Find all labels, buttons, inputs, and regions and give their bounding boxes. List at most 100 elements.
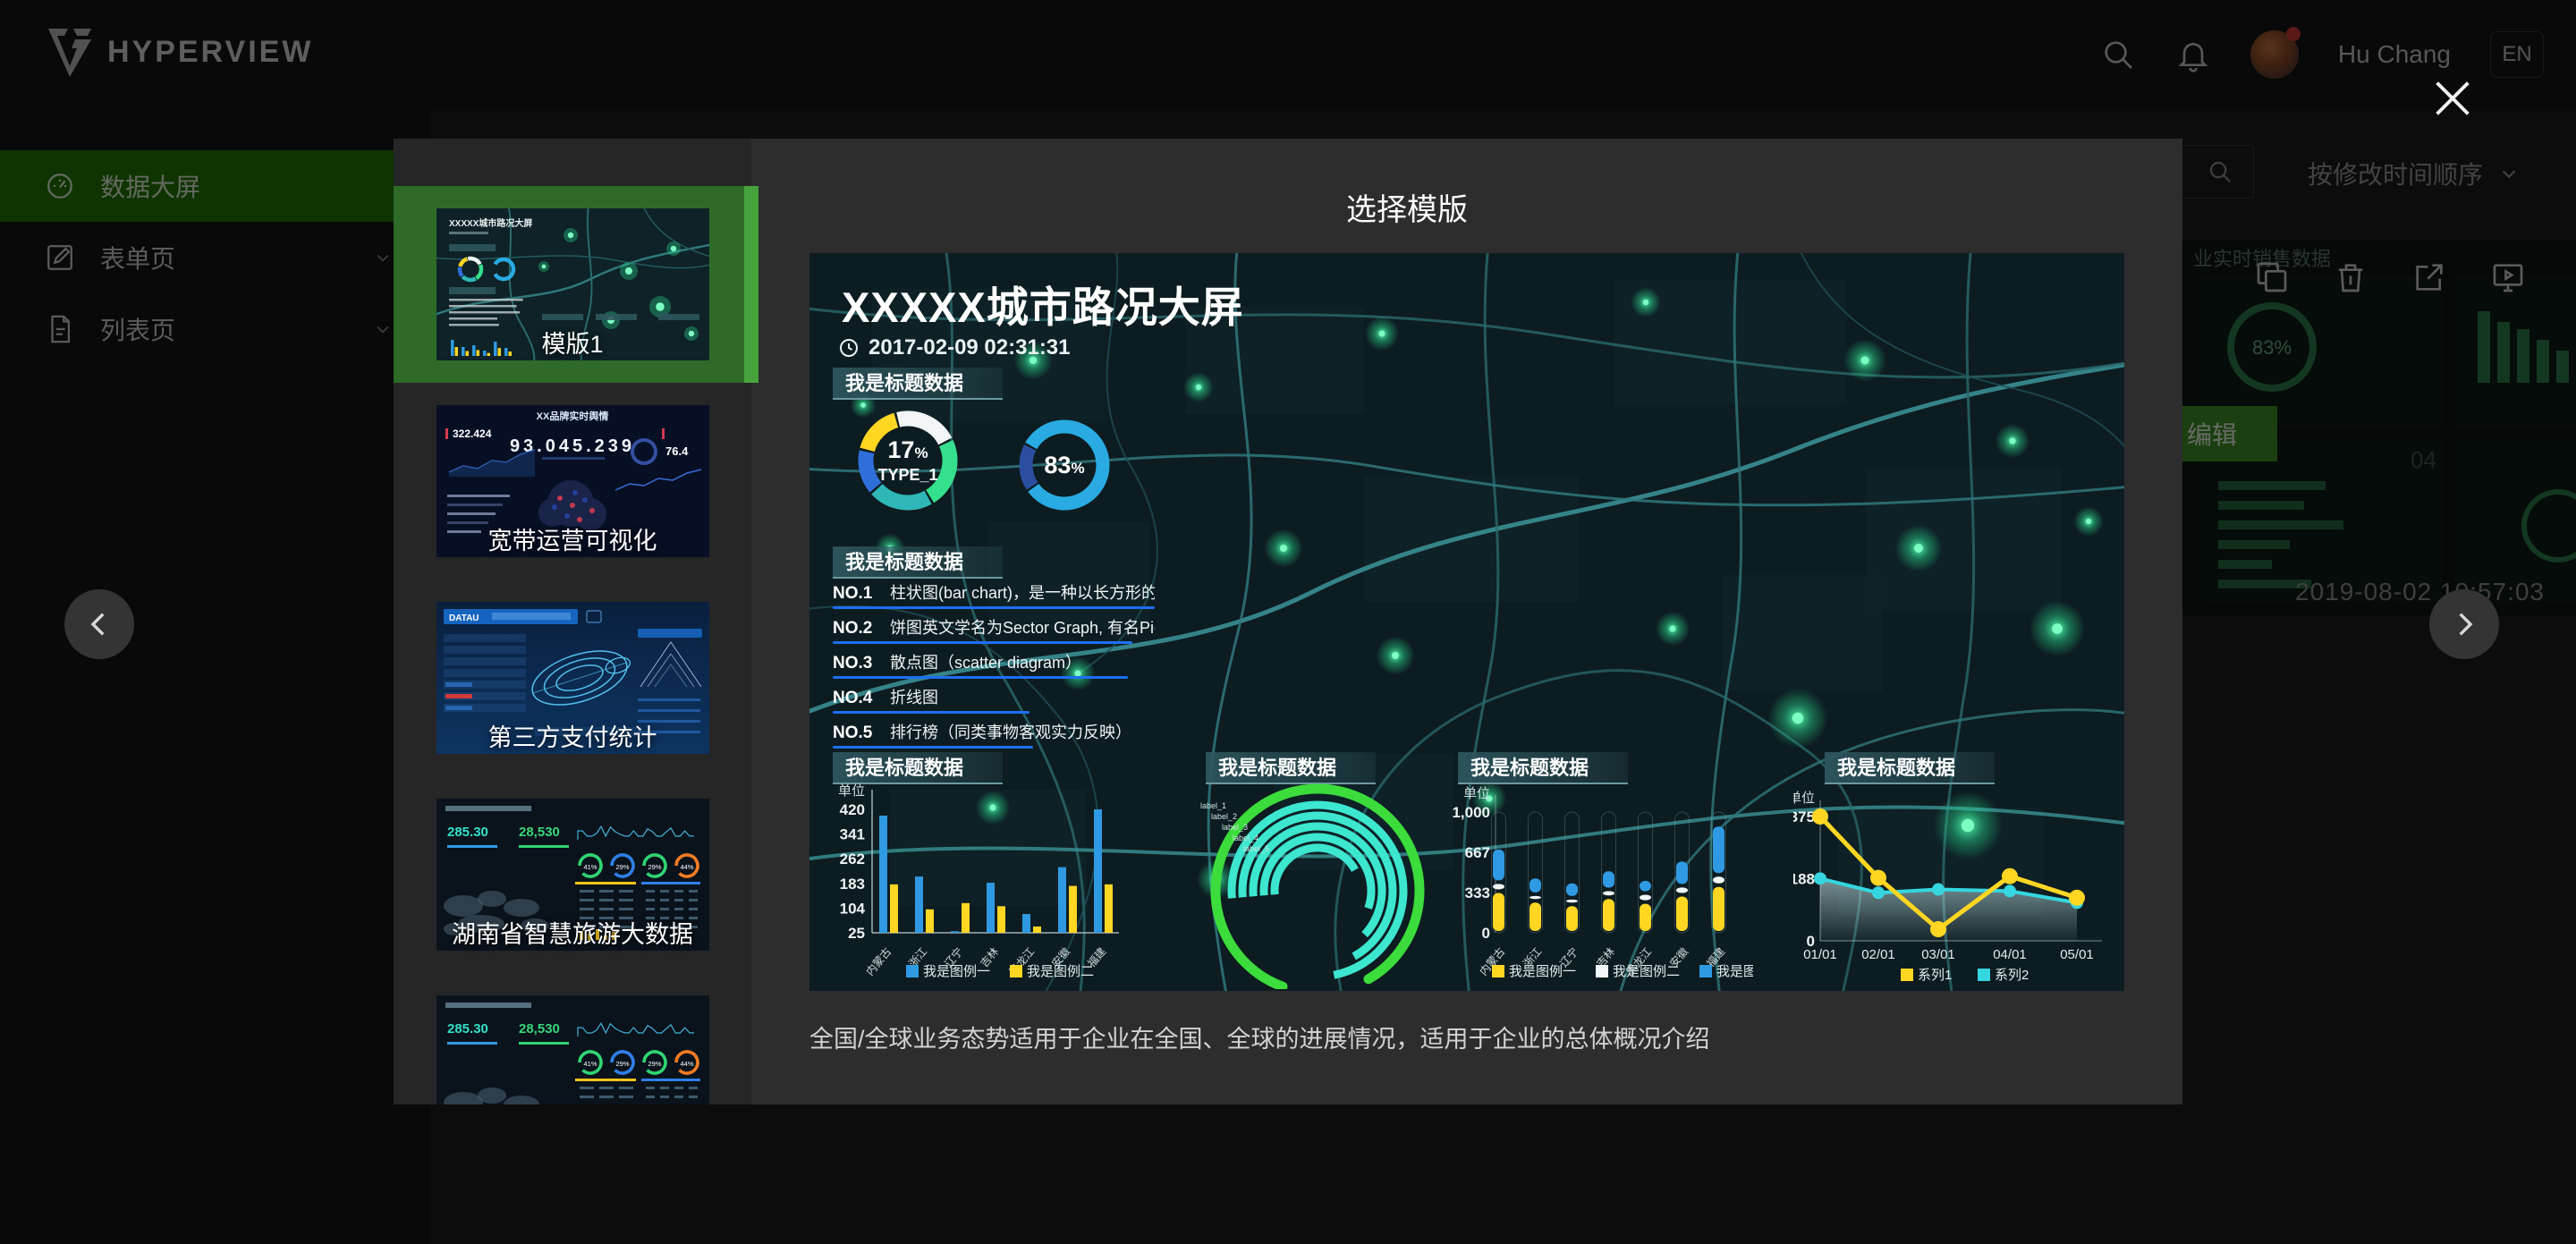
- previous-template-arrow[interactable]: [64, 589, 134, 659]
- legend-swatch: [1699, 965, 1712, 977]
- template-list-item[interactable]: DATAU第三方支付统计: [394, 580, 751, 776]
- axis-unit-label: 单位: [1463, 786, 1490, 801]
- thumb-donut-value: 44%: [680, 1060, 693, 1068]
- modal-close-button[interactable]: [2429, 75, 2476, 122]
- chevron-right-icon: [2449, 609, 2479, 639]
- ranking-list-item: NO.1柱状图(bar chart)，是一种以长方形的长度为变量的表达图形: [833, 580, 1155, 609]
- pill-segment: [1493, 884, 1504, 889]
- y-tick-label: 25: [848, 925, 865, 942]
- template-list-item[interactable]: 285.3028,53041%29%29%44%湖南省智慧旅游大数据: [394, 776, 751, 973]
- donut-center-label: 17%TYPE_1: [851, 403, 965, 518]
- thumb-title-text: XXXXX城市路况大屏: [449, 217, 532, 229]
- template-description: 全国/全球业务态势适用于企业在全国、全球的进展情况，适用于企业的总体概况介绍: [809, 1020, 1710, 1054]
- template-preview-panel: 选择模版 XXXXX城市路况大屏 2017-02-09 02:31:31 我是标…: [751, 139, 2182, 1104]
- radial-ring-label: label_4: [1233, 834, 1258, 842]
- pill-segment: [1640, 895, 1651, 901]
- ranking-list-item: NO.2饼图英文学名为Sector Graph, 有名Pie Graph。: [833, 615, 1155, 644]
- y-tick-label: 341: [840, 826, 865, 843]
- thumb-metric-1: 285.30: [447, 1021, 488, 1037]
- pill-segment: [1530, 902, 1541, 931]
- grouped-bar-chart: 25104183262341420单位内蒙古浙江辽宁吉林黑龙江安徽福建我是图例一…: [824, 776, 1128, 989]
- legend-swatch: [1492, 965, 1504, 977]
- legend-label: 我是图例三: [1716, 964, 1753, 979]
- legend-swatch: [1978, 969, 1990, 981]
- pill-segment: [1530, 896, 1541, 899]
- y-tick-label: 333: [1465, 884, 1490, 901]
- template-thumbnail: XX品牌实时舆情93.045.239322.42476.4: [436, 405, 709, 557]
- ranking-list: NO.1柱状图(bar chart)，是一种以长方形的长度为变量的表达图形NO.…: [833, 580, 1155, 755]
- data-point: [1872, 886, 1885, 899]
- axis-unit-label: 单位: [1793, 791, 1815, 806]
- template-thumbnail: XXXXX城市路况大屏: [436, 208, 709, 360]
- bar-series2: [962, 903, 970, 933]
- bar-series1: [915, 876, 923, 933]
- x-tick-label: 02/01: [1861, 947, 1895, 962]
- template-thumbnail: 285.3028,53041%29%29%44%: [436, 995, 709, 1104]
- donut-chart-type1: 17%TYPE_1: [851, 403, 965, 518]
- ranking-index: NO.2: [833, 619, 890, 639]
- thumb-donut-value: 41%: [583, 863, 597, 871]
- thumb-donut-value: 41%: [583, 1060, 597, 1068]
- data-point: [1930, 921, 1946, 937]
- thumb-metric: 322.424: [453, 427, 492, 440]
- bar-series1: [951, 931, 959, 933]
- legend-swatch: [906, 965, 919, 977]
- pill-segment: [1603, 891, 1614, 895]
- template-thumbnail: DATAU: [436, 602, 709, 754]
- template-list: XXXXX城市路况大屏模版1XX品牌实时舆情93.045.239322.4247…: [394, 139, 751, 1104]
- y-tick-label: 1,000: [1452, 804, 1490, 821]
- legend-swatch: [1010, 965, 1022, 977]
- thumb-metric-2: 28,530: [519, 825, 560, 840]
- axis-unit-label: 单位: [838, 783, 865, 799]
- pill-segment: [1640, 904, 1651, 931]
- preview-timestamp: 2017-02-09 02:31:31: [838, 335, 1071, 360]
- legend-swatch: [1596, 965, 1608, 977]
- radial-ring-label: label_1: [1200, 801, 1226, 810]
- bar-series2: [1033, 927, 1041, 933]
- ranking-index: NO.1: [833, 584, 890, 604]
- data-point: [1814, 872, 1826, 884]
- chevron-left-icon: [84, 609, 114, 639]
- y-tick-label: 667: [1465, 844, 1490, 861]
- preview-dashboard-title: XXXXX城市路况大屏: [842, 273, 1244, 334]
- pill-segment: [1676, 887, 1688, 893]
- y-tick-label: 104: [840, 900, 866, 917]
- radial-ring-label: label_3: [1222, 823, 1248, 832]
- thumb-donut-value: 29%: [615, 1060, 629, 1068]
- data-point: [2069, 890, 2085, 906]
- x-tick-label: 03/01: [1921, 947, 1955, 962]
- legend-swatch: [1901, 969, 1913, 981]
- next-template-arrow[interactable]: [2429, 589, 2499, 659]
- pill-segment: [1713, 887, 1724, 931]
- x-tick-label: 04/01: [1993, 947, 2027, 962]
- bar-series2: [890, 884, 898, 933]
- pill-segment: [1566, 900, 1578, 902]
- template-list-item[interactable]: 285.3028,53041%29%29%44%: [394, 973, 751, 1104]
- pill-segment: [1566, 884, 1578, 896]
- template-thumbnail: 285.3028,53041%29%29%44%: [436, 799, 709, 951]
- pill-segment: [1493, 893, 1504, 931]
- legend-label: 我是图例一: [1509, 964, 1576, 979]
- pill-segment: [1530, 878, 1541, 893]
- template-preview-image: XXXXX城市路况大屏 2017-02-09 02:31:31 我是标题数据 1…: [809, 253, 2124, 991]
- thumb-headline: XX品牌实时舆情: [537, 410, 609, 422]
- bar-series1: [987, 883, 995, 933]
- legend-label: 我是图例二: [1027, 964, 1094, 979]
- data-point: [2002, 868, 2018, 884]
- legend-label: 系列2: [1995, 968, 2029, 983]
- ranking-text: 排行榜（同类事物客观实力反映）: [890, 720, 1131, 743]
- legend-label: 我是图例一: [923, 964, 990, 979]
- pill-segment: [1493, 850, 1504, 880]
- pill-segment: [1603, 899, 1614, 931]
- bar-series2: [926, 910, 934, 933]
- ranking-index: NO.3: [833, 654, 890, 673]
- clock-icon: [838, 337, 860, 359]
- stacked-pill-bar-chart: 03336671,000单位内蒙古浙江辽宁吉林黑龙江安徽福建我是图例一我是图例二…: [1449, 776, 1753, 989]
- radial-ring-label: label_2: [1211, 812, 1237, 821]
- bar-series2: [1105, 884, 1113, 933]
- bar-series2: [997, 906, 1005, 933]
- y-tick-label: 420: [840, 801, 865, 818]
- template-list-item[interactable]: XX品牌实时舆情93.045.239322.42476.4宽带运营可视化: [394, 383, 751, 580]
- thumb-brand: DATAU: [449, 614, 479, 623]
- pill-segment: [1566, 906, 1578, 931]
